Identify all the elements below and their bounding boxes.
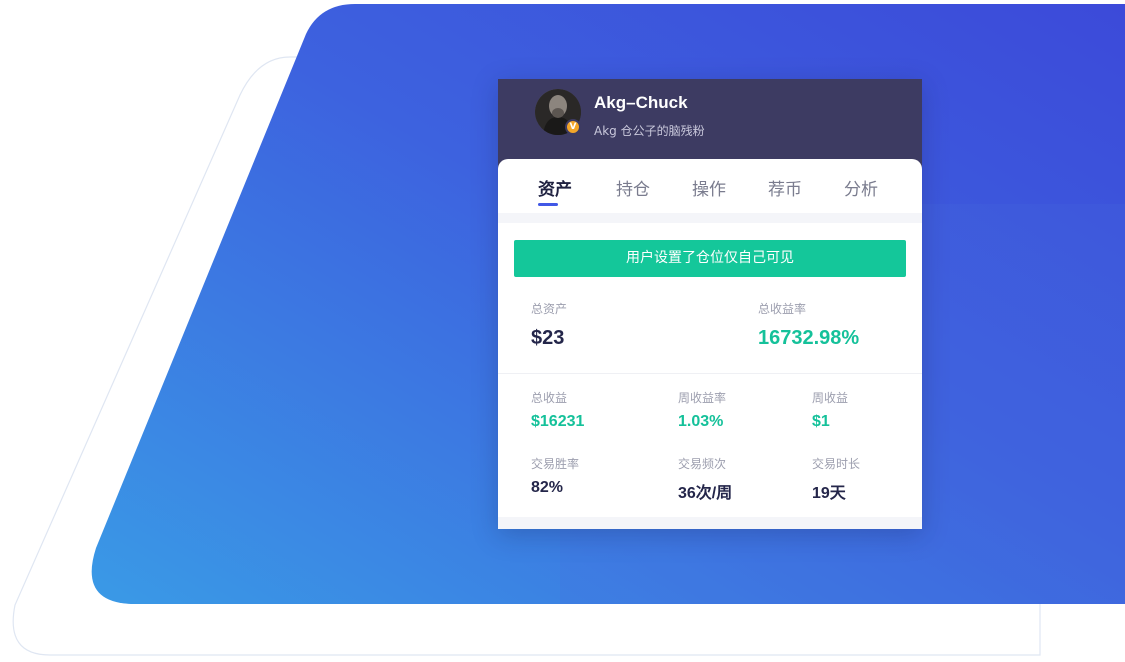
promo-stage: V Akg–Chuck Akg 仓公子的脑残粉 资产 持仓 操作 荐币 分析 用… (0, 0, 1125, 662)
verified-badge-icon: V (565, 119, 581, 135)
weekly-profit-label: 周收益 (812, 391, 849, 405)
privacy-notice: 用户设置了仓位仅自己可见 (514, 240, 906, 277)
section-divider (498, 213, 922, 223)
weekly-return-rate-value: 1.03% (678, 413, 724, 430)
user-subtitle: Akg 仓公子的脑残粉 (594, 124, 705, 138)
win-rate-value: 82% (531, 479, 564, 496)
win-rate-label: 交易胜率 (531, 457, 580, 471)
weekly-return-rate-label: 周收益率 (678, 391, 727, 405)
trade-duration-label: 交易时长 (812, 457, 861, 471)
row-separator (498, 373, 922, 374)
user-name: Akg–Chuck (594, 93, 688, 112)
profile-header: V Akg–Chuck Akg 仓公子的脑残粉 (498, 79, 922, 171)
active-tab-indicator (538, 203, 558, 206)
total-assets-label: 总资产 (531, 302, 568, 316)
tab-recommended-coins[interactable]: 荐币 (768, 175, 802, 200)
trade-frequency-label: 交易频次 (678, 457, 727, 471)
avatar[interactable]: V (535, 89, 581, 135)
total-profit-label: 总收益 (531, 391, 568, 405)
trade-duration-value: 19天 (812, 485, 846, 502)
weekly-profit-value: $1 (812, 413, 830, 430)
card-bottom-band (498, 517, 922, 529)
total-assets-value: $23 (531, 327, 565, 349)
total-return-rate-label: 总收益率 (758, 302, 807, 316)
profile-card: V Akg–Chuck Akg 仓公子的脑残粉 资产 持仓 操作 荐币 分析 用… (498, 79, 922, 529)
total-profit-value: $16231 (531, 413, 585, 430)
tab-positions[interactable]: 持仓 (616, 175, 650, 200)
tab-assets[interactable]: 资产 (538, 175, 572, 200)
tab-operations[interactable]: 操作 (692, 175, 726, 200)
trade-frequency-value: 36次/周 (678, 485, 733, 502)
total-return-rate-value: 16732.98% (758, 327, 860, 349)
tab-analysis[interactable]: 分析 (844, 175, 878, 200)
